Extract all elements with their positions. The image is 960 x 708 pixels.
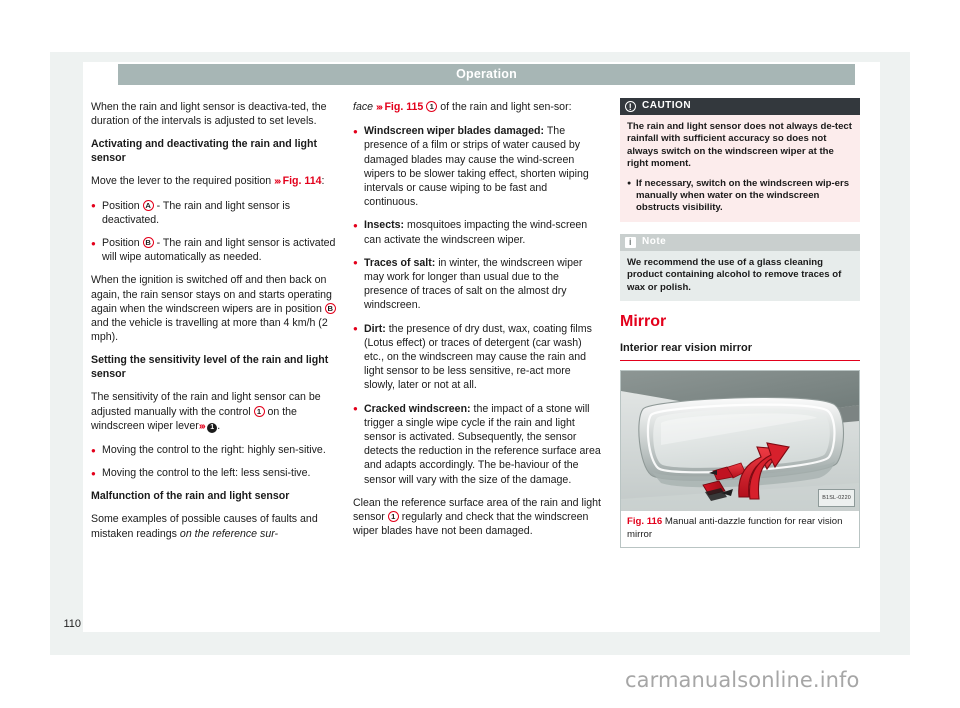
caution-paragraph: The rain and light sensor does not alway…	[627, 121, 852, 170]
cross-ref-arrows-icon: ›››	[274, 176, 281, 188]
subsection-title-interior-rear-vision-mirror: Interior rear vision mirror	[620, 341, 860, 362]
bullet-wiper-blades-damaged: Windscreen wiper blades damaged: The pre…	[353, 124, 601, 209]
text-cracked-windscreen: the impact of a stone will trigger a sin…	[364, 402, 601, 486]
exclamation-icon: !	[625, 101, 636, 112]
intro-paragraph: When the rain and light sensor is deacti…	[91, 101, 327, 128]
marker-1-clean: 1	[387, 511, 399, 523]
note-box: i Note We recommend the use of a glass c…	[620, 233, 860, 302]
note-box-header: i Note	[620, 233, 860, 251]
heading-sensitivity: Setting the sensitivity level of the rai…	[91, 354, 329, 381]
bullet-control-right: Moving the control to the right: highly …	[91, 443, 339, 458]
caution-bullet: If necessary, switch on the windscreen w…	[627, 177, 853, 215]
bullet-dirt: Dirt: the presence of dry dust, wax, coa…	[353, 321, 601, 393]
figure-code-label: B1SL-0220	[818, 489, 855, 508]
note-box-body: We recommend the use of a glass cleaning…	[620, 250, 860, 302]
running-header: Operation	[118, 64, 855, 85]
document-page: Operation 110 When the rain and light se…	[0, 0, 960, 708]
bullet-cracked-windscreen: Cracked windscreen: the impact of a ston…	[353, 401, 601, 487]
label-wiper-blades-damaged: Windscreen wiper blades damaged:	[364, 125, 545, 138]
text-dirt: the presence of dry dust, wax, coating f…	[364, 322, 592, 392]
fig-115-reference[interactable]: Fig. 115	[384, 101, 423, 113]
marker-1-fig115: 1	[426, 101, 438, 112]
caution-box: ! CAUTION The rain and light sensor does…	[620, 98, 860, 222]
lever-text: Move the lever to the required position	[91, 175, 272, 188]
bullet-a-pre: Position	[102, 199, 140, 212]
figure-number: Fig. 116	[627, 516, 663, 528]
fig-114-reference[interactable]: Fig. 114	[283, 175, 322, 187]
marker-1: 1	[253, 405, 265, 417]
label-cracked-windscreen: Cracked windscreen:	[364, 402, 471, 415]
continuation-paragraph: face ››› Fig. 115 1 of the rain and ligh…	[353, 100, 601, 115]
bullet-position-a: Position A - The rain and light sensor i…	[91, 198, 339, 227]
column-one: When the rain and light sensor is deacti…	[91, 100, 339, 550]
continuation-italic-head: face	[353, 101, 374, 113]
column-two: face ››› Fig. 115 1 of the rain and ligh…	[353, 100, 601, 547]
page-number: 110	[63, 618, 81, 630]
figure-116: B1SL-0220 Fig. 116 Manual anti-dazzle fu…	[620, 370, 860, 549]
bullet-insects: Insects: mosquitoes impacting the wind-s…	[353, 218, 601, 246]
site-watermark: carmanualsonline.info	[625, 668, 860, 692]
label-traces-of-salt: Traces of salt:	[364, 256, 436, 269]
ignition-paragraph: When the ignition is switched off and th…	[91, 273, 339, 344]
text-wiper-blades-damaged: The presence of a film or strips of wate…	[364, 125, 589, 209]
ignition-text-b: and the vehicle is travelling at more th…	[91, 317, 328, 344]
section-title-mirror: Mirror	[620, 313, 667, 331]
bullet-position-b: Position B - The rain and light sensor i…	[91, 236, 339, 264]
sensitivity-period: .	[217, 419, 221, 432]
clean-reference-paragraph: Clean the reference surface area of the …	[353, 496, 601, 539]
caution-box-body: The rain and light sensor does not alway…	[620, 115, 860, 222]
lever-position-paragraph: Move the lever to the required position …	[91, 174, 339, 189]
marker-b: B	[142, 237, 154, 249]
ignition-text-a: When the ignition is switched off and th…	[91, 274, 332, 315]
caution-title: CAUTION	[642, 100, 692, 112]
heading-malfunction: Malfunction of the rain and light sensor	[91, 490, 290, 503]
figure-image-rear-mirror: B1SL-0220	[621, 371, 859, 512]
bullet-traces-of-salt: Traces of salt: in winter, the windscree…	[353, 255, 601, 313]
note-paragraph: We recommend the use of a glass cleaning…	[627, 256, 842, 293]
marker-dark-1: 1	[207, 422, 218, 433]
marker-b-inline: B	[324, 302, 336, 314]
colon: :	[321, 175, 325, 188]
bullet-control-left: Moving the control to the left: less sen…	[91, 466, 339, 481]
continuation-tail: of the rain and light sen-sor:	[440, 101, 572, 113]
bullet-b-pre: Position	[102, 237, 140, 250]
cross-ref-arrows-icon-3: ›››	[375, 102, 383, 113]
malfunction-italic-tail: on the reference sur-	[179, 527, 279, 540]
label-dirt: Dirt:	[364, 322, 386, 335]
header-title: Operation	[456, 67, 517, 81]
column-three: ! CAUTION The rain and light sensor does…	[620, 98, 860, 549]
note-title: Note	[642, 236, 667, 248]
sensitivity-paragraph: The sensitivity of the rain and light se…	[91, 390, 339, 434]
cross-ref-arrows-icon-2: ›››	[198, 420, 206, 432]
caution-box-header: ! CAUTION	[620, 98, 860, 115]
label-insects: Insects:	[364, 219, 405, 232]
marker-a: A	[142, 199, 154, 211]
heading-activating-deactivating: Activating and deactivating the rain and…	[91, 138, 318, 165]
info-icon: i	[625, 236, 636, 248]
figure-caption: Fig. 116 Manual anti-dazzle function for…	[621, 511, 859, 547]
malfunction-paragraph: Some examples of possible causes of faul…	[91, 512, 339, 540]
